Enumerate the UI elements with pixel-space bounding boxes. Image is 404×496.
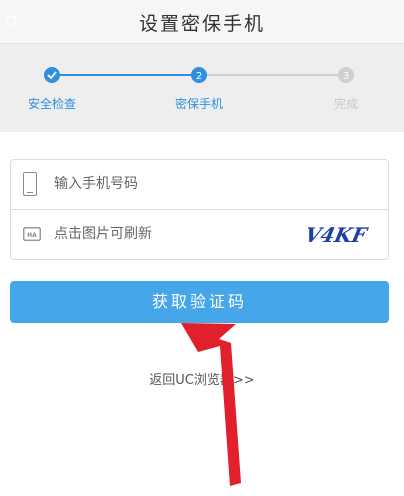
step-number-2: 2 bbox=[196, 71, 202, 82]
get-code-button[interactable]: 获取验证码 bbox=[10, 281, 389, 323]
step-dot-1 bbox=[44, 67, 60, 83]
back-to-uc-link[interactable]: 返回UC浏览器>> bbox=[0, 369, 404, 388]
step-track: 2 3 bbox=[44, 67, 354, 83]
captcha-image[interactable]: V4KF bbox=[301, 220, 377, 250]
step-label-security-phone: 密保手机 bbox=[174, 97, 224, 111]
captcha-input[interactable] bbox=[54, 210, 294, 258]
step-label-security-check: 安全检查 bbox=[27, 97, 77, 111]
step-label-done: 完成 bbox=[333, 97, 359, 111]
page-title: 设置密保手机 bbox=[138, 13, 265, 35]
page: 设置密保手机 2 3 安全检查 密保手机 完成 输入手机号码 点击图片可刷新 H… bbox=[0, 0, 404, 496]
phone-input[interactable] bbox=[54, 160, 294, 208]
phone-form: HA V4KF bbox=[10, 159, 389, 260]
step-dot-2: 2 bbox=[191, 67, 207, 83]
phone-row bbox=[11, 160, 388, 210]
step-dot-3: 3 bbox=[338, 67, 354, 83]
svg-text:HA: HA bbox=[27, 232, 37, 239]
captcha-icon: HA bbox=[23, 227, 41, 241]
step-indicator: 2 3 安全检查 密保手机 完成 bbox=[0, 44, 404, 132]
header-bar: 设置密保手机 bbox=[0, 0, 404, 44]
step-number-3: 3 bbox=[343, 71, 349, 82]
phone-icon bbox=[23, 172, 37, 196]
captcha-text: V4KF bbox=[303, 223, 371, 247]
